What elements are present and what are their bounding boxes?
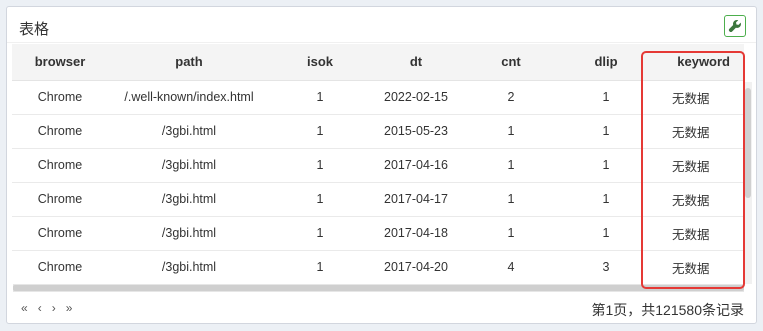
- data-table-container[interactable]: browser path isok dt cnt dlip keyword Ch…: [12, 44, 744, 284]
- cell-cnt: 4: [462, 250, 560, 284]
- column-header-isok[interactable]: isok: [270, 44, 370, 81]
- cell-isok: 1: [270, 148, 370, 183]
- table-row[interactable]: Chrome /3gbi.html 1 2017-04-17 1 1 无数据: [12, 182, 744, 217]
- cell-isok: 1: [270, 182, 370, 217]
- cell-cnt: 2: [462, 80, 560, 115]
- table-row[interactable]: Chrome /3gbi.html 1 2015-05-23 1 1 无数据: [12, 114, 744, 149]
- column-header-browser[interactable]: browser: [12, 44, 108, 81]
- pagination-controls: « ‹ › »: [21, 301, 72, 315]
- cell-browser: Chrome: [12, 250, 108, 284]
- cell-dlip: 3: [560, 250, 652, 284]
- cell-browser: Chrome: [12, 148, 108, 183]
- column-header-dlip[interactable]: dlip: [560, 44, 652, 81]
- cell-dt: 2015-05-23: [370, 114, 462, 149]
- pagination-info: 第1页，共121580条记录: [591, 302, 744, 318]
- cell-path: /3gbi.html: [108, 182, 270, 217]
- wrench-icon: [728, 19, 741, 33]
- cell-path: /3gbi.html: [108, 216, 270, 251]
- cell-browser: Chrome: [12, 182, 108, 217]
- next-page-button[interactable]: ›: [52, 301, 56, 315]
- cell-dt: 2022-02-15: [370, 80, 462, 115]
- last-page-button[interactable]: »: [66, 301, 73, 315]
- column-header-dt[interactable]: dt: [370, 44, 462, 81]
- cell-cnt: 1: [462, 114, 560, 149]
- first-page-button[interactable]: «: [21, 301, 28, 315]
- cell-cnt: 1: [462, 182, 560, 217]
- column-header-cnt[interactable]: cnt: [462, 44, 560, 81]
- cell-dlip: 1: [560, 148, 652, 183]
- table-header-row: browser path isok dt cnt dlip keyword: [12, 44, 744, 81]
- table-row[interactable]: Chrome /.well-known/index.html 1 2022-02…: [12, 80, 744, 115]
- cell-isok: 1: [270, 80, 370, 115]
- table-row[interactable]: Chrome /3gbi.html 1 2017-04-16 1 1 无数据: [12, 148, 744, 183]
- cell-isok: 1: [270, 250, 370, 284]
- prev-page-button[interactable]: ‹: [38, 301, 42, 315]
- cell-cnt: 1: [462, 216, 560, 251]
- cell-path: /.well-known/index.html: [108, 80, 270, 115]
- cell-dlip: 1: [560, 216, 652, 251]
- horizontal-scrollbar[interactable]: [13, 284, 744, 292]
- table-panel: 表格 browser path isok dt cnt dlip keyword…: [6, 6, 757, 324]
- cell-isok: 1: [270, 216, 370, 251]
- table-row[interactable]: Chrome /3gbi.html 1 2017-04-18 1 1 无数据: [12, 216, 744, 251]
- vertical-scrollbar-thumb[interactable]: [745, 88, 751, 198]
- cell-dlip: 1: [560, 114, 652, 149]
- cell-browser: Chrome: [12, 216, 108, 251]
- tools-button[interactable]: [724, 15, 746, 37]
- cell-dt: 2017-04-16: [370, 148, 462, 183]
- table-row[interactable]: Chrome /3gbi.html 1 2017-04-20 4 3 无数据: [12, 250, 744, 284]
- horizontal-scrollbar-thumb[interactable]: [13, 285, 744, 291]
- cell-dt: 2017-04-20: [370, 250, 462, 284]
- keyword-column-highlight: [641, 51, 745, 289]
- cell-path: /3gbi.html: [108, 114, 270, 149]
- panel-title: 表格: [19, 21, 50, 38]
- cell-dlip: 1: [560, 182, 652, 217]
- data-table: browser path isok dt cnt dlip keyword Ch…: [12, 44, 744, 284]
- cell-browser: Chrome: [12, 80, 108, 115]
- cell-cnt: 1: [462, 148, 560, 183]
- cell-path: /3gbi.html: [108, 148, 270, 183]
- vertical-scrollbar[interactable]: [744, 82, 752, 284]
- cell-dt: 2017-04-18: [370, 216, 462, 251]
- cell-dt: 2017-04-17: [370, 182, 462, 217]
- cell-isok: 1: [270, 114, 370, 149]
- column-header-path[interactable]: path: [108, 44, 270, 81]
- cell-dlip: 1: [560, 80, 652, 115]
- panel-header: 表格: [7, 7, 756, 43]
- cell-path: /3gbi.html: [108, 250, 270, 284]
- cell-browser: Chrome: [12, 114, 108, 149]
